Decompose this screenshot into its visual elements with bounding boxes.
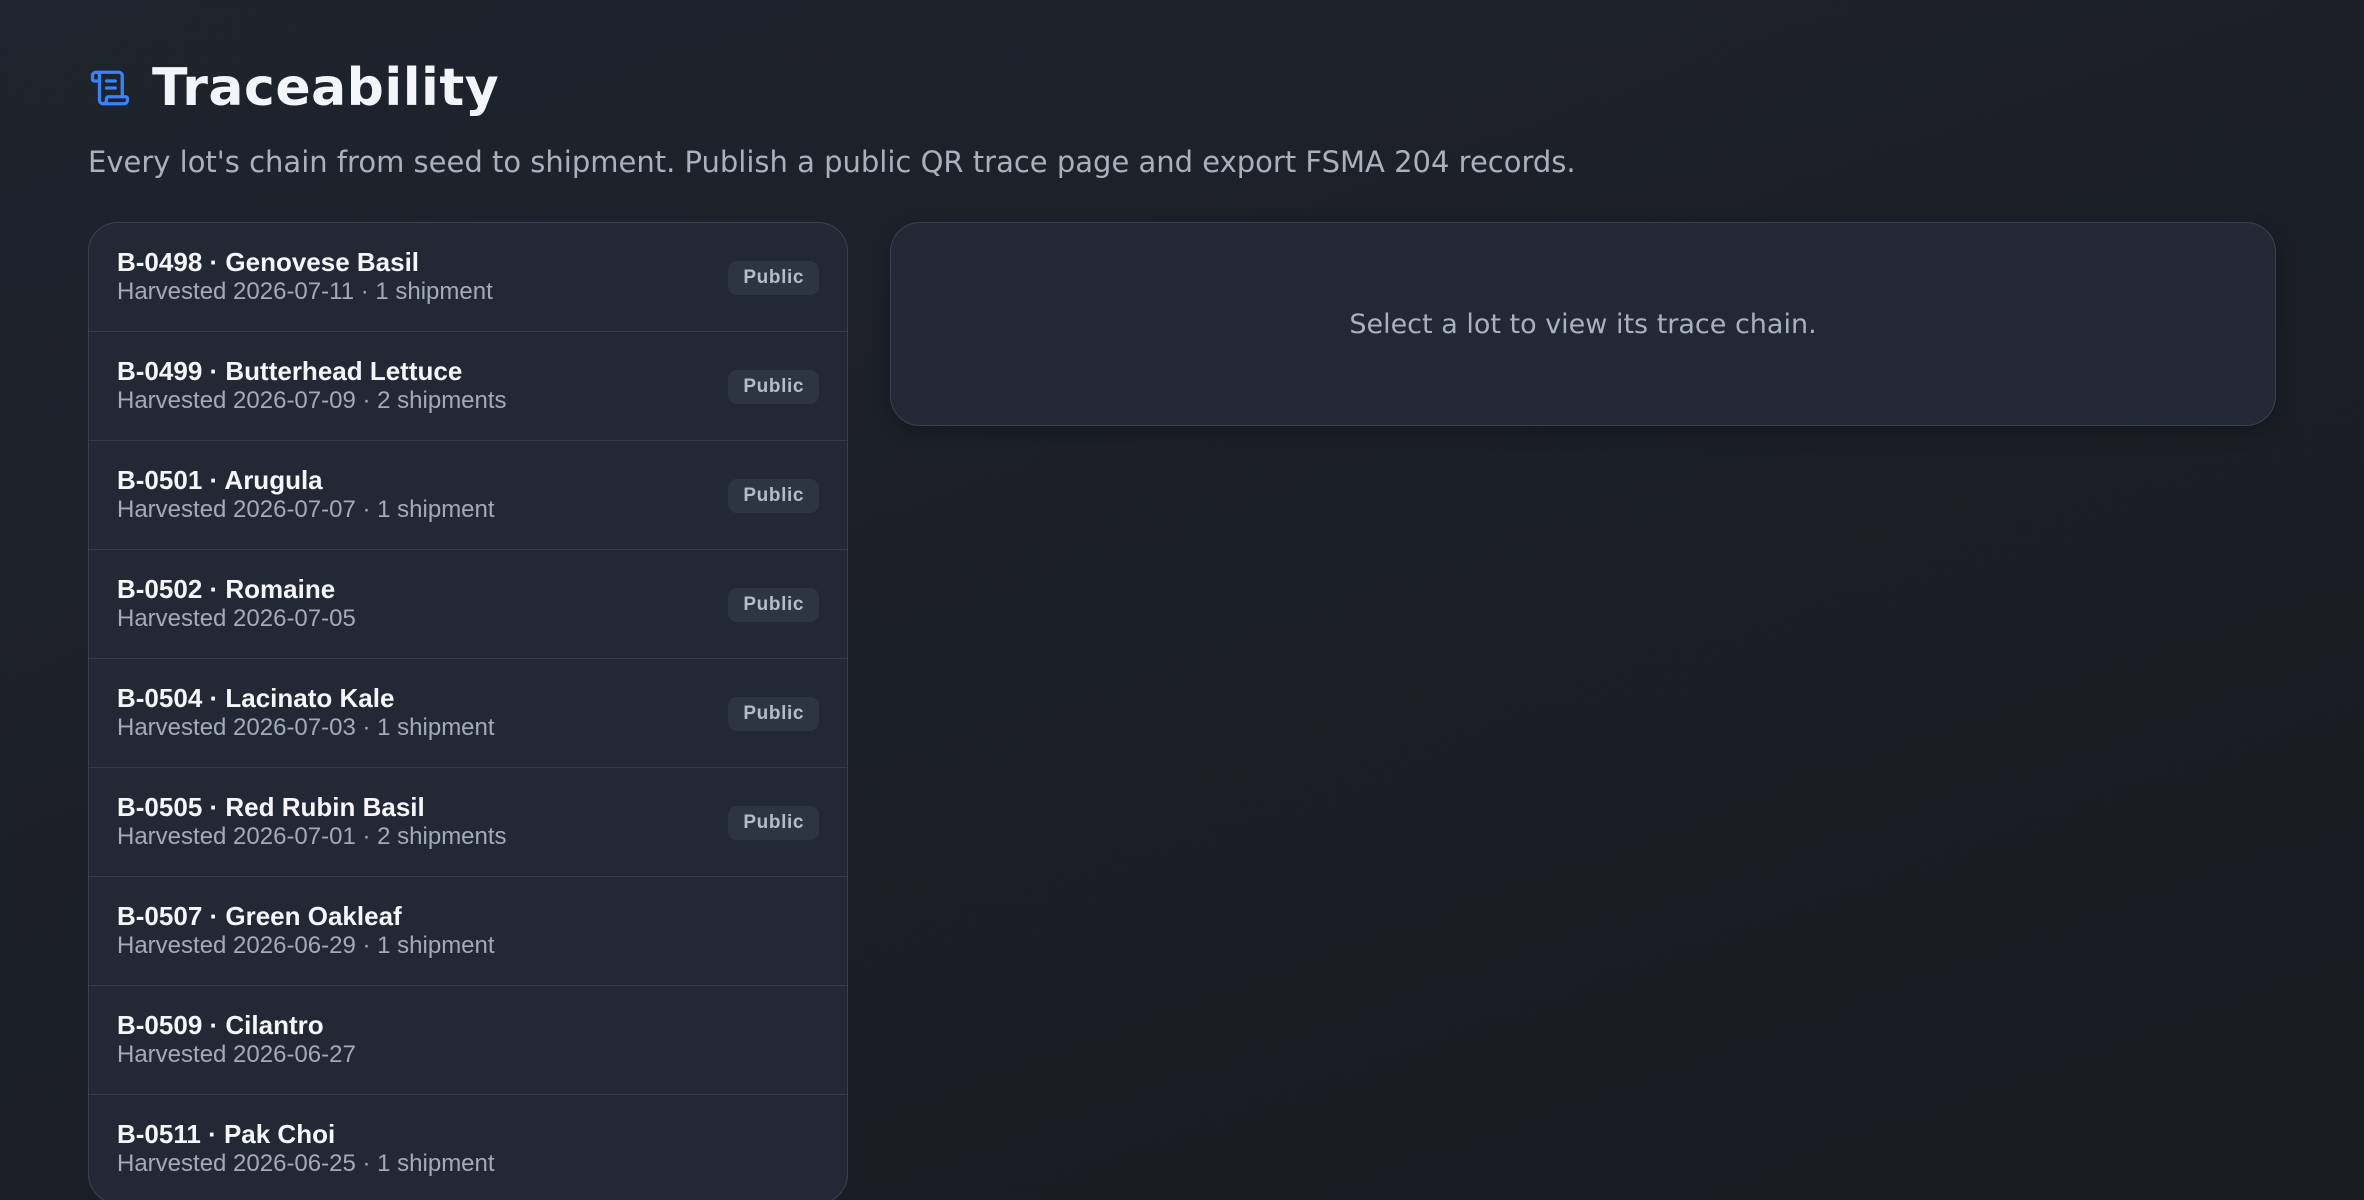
public-badge: Public — [728, 806, 819, 840]
lot-meta: Harvested 2026-06-25 · 1 shipment — [117, 1150, 495, 1177]
public-badge: Public — [728, 261, 819, 295]
page-title: Traceability — [152, 58, 500, 118]
public-badge: Public — [728, 588, 819, 622]
page-subtitle: Every lot's chain from seed to shipment.… — [88, 145, 1576, 179]
page-header: Traceability — [88, 56, 2276, 120]
lot-item[interactable]: B-0505 · Red Rubin Basil Harvested 2026-… — [89, 768, 847, 877]
traceability-page: Traceability Every lot's chain from seed… — [88, 56, 2276, 1200]
lot-item[interactable]: B-0509 · Cilantro Harvested 2026-06-27 — [89, 986, 847, 1095]
lot-item[interactable]: B-0501 · Arugula Harvested 2026-07-07 · … — [89, 441, 847, 550]
lot-meta: Harvested 2026-07-01 · 2 shipments — [117, 823, 507, 850]
lot-title: B-0499 · Butterhead Lettuce — [117, 356, 463, 386]
lot-title: B-0504 · Lacinato Kale — [117, 683, 395, 713]
scroll-icon — [88, 66, 132, 110]
lot-meta: Harvested 2026-07-05 — [117, 605, 356, 632]
lot-title: B-0505 · Red Rubin Basil — [117, 792, 425, 822]
lot-item[interactable]: B-0504 · Lacinato Kale Harvested 2026-07… — [89, 659, 847, 768]
public-badge: Public — [728, 479, 819, 513]
content-area: B-0498 · Genovese Basil Harvested 2026-0… — [88, 222, 2276, 1200]
lot-meta: Harvested 2026-06-27 — [117, 1041, 356, 1068]
lot-item[interactable]: B-0498 · Genovese Basil Harvested 2026-0… — [89, 223, 847, 332]
public-badge: Public — [728, 370, 819, 404]
lot-list: B-0498 · Genovese Basil Harvested 2026-0… — [88, 222, 848, 1200]
lot-title: B-0502 · Romaine — [117, 574, 336, 604]
lot-meta: Harvested 2026-07-11 · 1 shipment — [117, 278, 493, 305]
lot-item[interactable]: B-0499 · Butterhead Lettuce Harvested 20… — [89, 332, 847, 441]
lot-meta: Harvested 2026-07-07 · 1 shipment — [117, 496, 495, 523]
lot-title: B-0509 · Cilantro — [117, 1010, 324, 1040]
trace-detail-panel: Select a lot to view its trace chain. — [890, 222, 2276, 426]
public-badge: Public — [728, 697, 819, 731]
empty-state-text: Select a lot to view its trace chain. — [1349, 308, 1817, 340]
lot-item[interactable]: B-0511 · Pak Choi Harvested 2026-06-25 ·… — [89, 1095, 847, 1200]
lot-title: B-0507 · Green Oakleaf — [117, 901, 402, 931]
lot-meta: Harvested 2026-07-09 · 2 shipments — [117, 387, 507, 414]
lot-title: B-0511 · Pak Choi — [117, 1119, 336, 1149]
lot-title: B-0501 · Arugula — [117, 465, 323, 495]
lot-meta: Harvested 2026-06-29 · 1 shipment — [117, 932, 495, 959]
lot-item[interactable]: B-0502 · Romaine Harvested 2026-07-05 Pu… — [89, 550, 847, 659]
lot-title: B-0498 · Genovese Basil — [117, 247, 420, 277]
lot-item[interactable]: B-0507 · Green Oakleaf Harvested 2026-06… — [89, 877, 847, 986]
lot-meta: Harvested 2026-07-03 · 1 shipment — [117, 714, 495, 741]
